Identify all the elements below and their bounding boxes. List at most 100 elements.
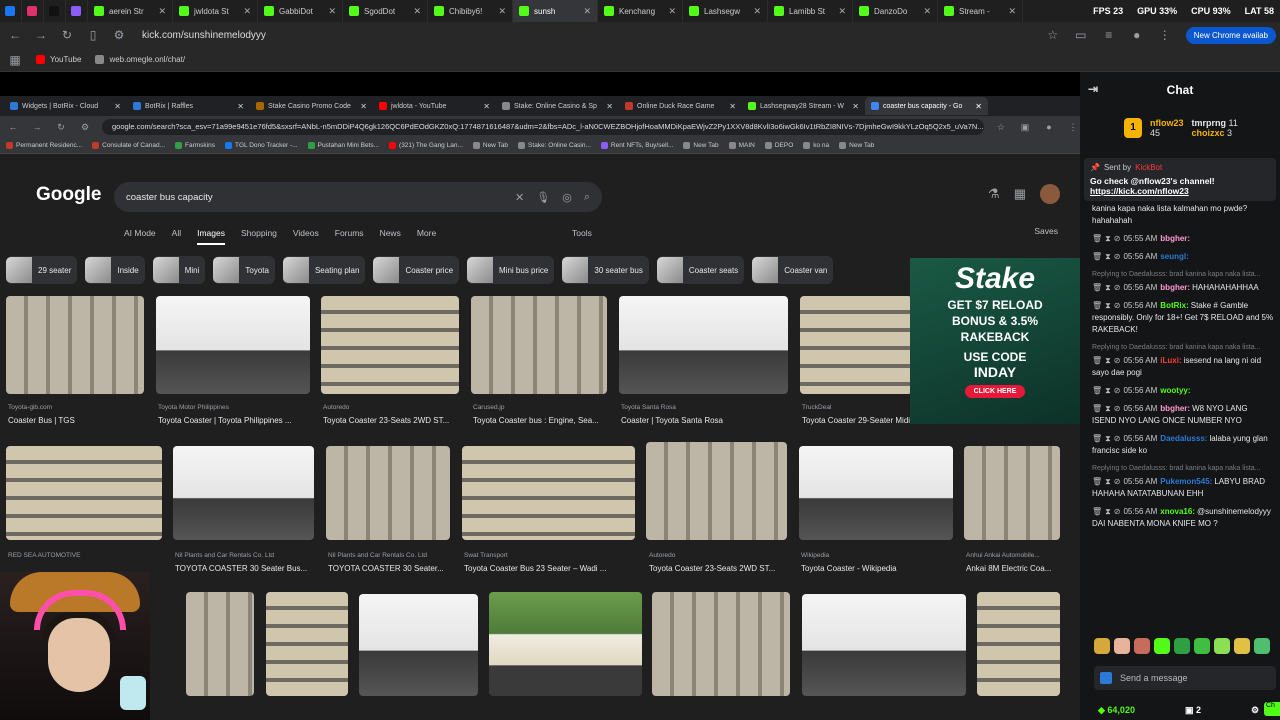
apps-grid-icon[interactable]: ▦ xyxy=(8,53,22,67)
bookmark-omegle[interactable]: web.omegle.onl/chat/ xyxy=(95,55,185,64)
delete-icon[interactable]: 🗑 xyxy=(1092,234,1102,243)
close-icon[interactable]: ✕ xyxy=(413,6,421,17)
message-username[interactable]: wootyy: xyxy=(1160,386,1190,395)
outer-url[interactable]: kick.com/sunshinemelodyyy xyxy=(142,30,266,41)
delete-icon[interactable]: 🗑 xyxy=(1092,386,1102,395)
delete-icon[interactable]: 🗑 xyxy=(1092,301,1102,310)
ban-icon[interactable]: ⊘ xyxy=(1114,404,1121,413)
close-icon[interactable]: ✕ xyxy=(1008,6,1016,17)
ban-icon[interactable]: ⊘ xyxy=(1114,234,1121,243)
site-info-icon[interactable]: ⚙ xyxy=(112,28,126,42)
media-icon[interactable]: ≡ xyxy=(1102,28,1116,42)
delete-icon[interactable]: 🗑 xyxy=(1092,252,1102,261)
message-username[interactable]: seungl: xyxy=(1160,252,1188,261)
emote[interactable] xyxy=(1214,638,1230,654)
outer-tab[interactable]: Kenchang ✕ xyxy=(598,0,683,22)
bookmark-star-icon[interactable]: ☆ xyxy=(1046,28,1060,42)
outer-tab[interactable] xyxy=(0,0,22,22)
emote[interactable] xyxy=(1174,638,1190,654)
outer-tab[interactable]: sunsh ✕ xyxy=(513,0,598,22)
message-username[interactable]: bbgher: xyxy=(1160,404,1190,413)
back-icon[interactable]: ← xyxy=(8,28,22,42)
cast-icon[interactable]: ▭ xyxy=(1074,28,1088,42)
chat-input[interactable]: Send a message xyxy=(1094,666,1276,690)
timeout-icon[interactable]: ⧗ xyxy=(1105,507,1111,516)
forward-icon[interactable]: → xyxy=(34,28,48,42)
emote[interactable] xyxy=(1094,638,1110,654)
profile-icon[interactable]: ● xyxy=(1130,28,1144,42)
close-icon[interactable]: ✕ xyxy=(923,6,931,17)
delete-icon[interactable]: 🗑 xyxy=(1092,477,1102,486)
message-username[interactable]: iLuxi: xyxy=(1160,356,1181,365)
delete-icon[interactable]: 🗑 xyxy=(1092,507,1102,516)
message-username[interactable]: xnova16: xyxy=(1160,507,1195,516)
ban-icon[interactable]: ⊘ xyxy=(1114,283,1121,292)
gift-count[interactable]: ▣ 2 xyxy=(1185,705,1201,716)
ban-icon[interactable]: ⊘ xyxy=(1114,507,1121,516)
gifter-1[interactable]: nflow23 45 xyxy=(1150,118,1184,138)
message-username[interactable]: bbgher: xyxy=(1160,283,1190,292)
delete-icon[interactable]: 🗑 xyxy=(1092,404,1102,413)
ban-icon[interactable]: ⊘ xyxy=(1114,477,1121,486)
bookmark-youtube[interactable]: YouTube xyxy=(36,55,81,64)
outer-tab[interactable]: SgodDot ✕ xyxy=(343,0,428,22)
message-username[interactable]: Daedalusss: xyxy=(1160,434,1207,443)
channel-points[interactable]: ◆ 64,020 xyxy=(1098,705,1135,716)
sidepanel-icon[interactable]: ▯ xyxy=(86,28,100,42)
close-icon[interactable]: ✕ xyxy=(498,6,506,17)
outer-tab[interactable]: Chibiby6! ✕ xyxy=(428,0,513,22)
message-username[interactable]: Pukemon545: xyxy=(1160,477,1212,486)
gifter-2[interactable]: tmrprng 11 choizxc 3 xyxy=(1192,118,1238,138)
timeout-icon[interactable]: ⧗ xyxy=(1105,404,1111,413)
timeout-icon[interactable]: ⧗ xyxy=(1105,477,1111,486)
close-icon[interactable]: ✕ xyxy=(158,6,166,17)
message-username[interactable]: BotRix: xyxy=(1160,301,1188,310)
close-icon[interactable]: ✕ xyxy=(838,6,846,17)
emote[interactable] xyxy=(1234,638,1250,654)
timeout-icon[interactable]: ⧗ xyxy=(1105,301,1111,310)
ban-icon[interactable]: ⊘ xyxy=(1114,386,1121,395)
outer-tab[interactable]: Stream - ✕ xyxy=(938,0,1023,22)
timeout-icon[interactable]: ⧗ xyxy=(1105,434,1111,443)
outer-tab[interactable] xyxy=(44,0,66,22)
outer-tab[interactable]: Lashsegw ✕ xyxy=(683,0,768,22)
emote[interactable] xyxy=(1194,638,1210,654)
timeout-icon[interactable]: ⧗ xyxy=(1105,356,1111,365)
emote-picker-icon[interactable] xyxy=(1100,672,1112,684)
outer-tab[interactable] xyxy=(22,0,44,22)
emote[interactable] xyxy=(1254,638,1270,654)
new-chrome-button[interactable]: New Chrome availab xyxy=(1185,26,1276,44)
outer-tab[interactable]: GabbiDot ✕ xyxy=(258,0,343,22)
menu-icon[interactable]: ⋮ xyxy=(1158,28,1172,42)
outer-tab[interactable]: Lamibb St ✕ xyxy=(768,0,853,22)
timeout-icon[interactable]: ⧗ xyxy=(1105,283,1111,292)
close-icon[interactable]: ✕ xyxy=(243,6,251,17)
emote[interactable] xyxy=(1114,638,1130,654)
chat-send-button[interactable]: Ch xyxy=(1264,702,1280,716)
emote[interactable] xyxy=(1154,638,1170,654)
timeout-icon[interactable]: ⧗ xyxy=(1105,386,1111,395)
ban-icon[interactable]: ⊘ xyxy=(1114,252,1121,261)
outer-tab[interactable]: aerein Str ✕ xyxy=(88,0,173,22)
delete-icon[interactable]: 🗑 xyxy=(1092,356,1102,365)
ban-icon[interactable]: ⊘ xyxy=(1114,434,1121,443)
message-username[interactable]: bbgher: xyxy=(1160,234,1190,243)
close-icon[interactable]: ✕ xyxy=(753,6,761,17)
timeout-icon[interactable]: ⧗ xyxy=(1105,252,1111,261)
emote[interactable] xyxy=(1134,638,1150,654)
close-icon[interactable]: ✕ xyxy=(328,6,336,17)
collapse-chat-icon[interactable]: ⇥ xyxy=(1088,82,1098,96)
delete-icon[interactable]: 🗑 xyxy=(1092,283,1102,292)
pinned-link[interactable]: https://kick.com/nflow23 xyxy=(1090,186,1270,196)
ban-icon[interactable]: ⊘ xyxy=(1114,301,1121,310)
timeout-icon[interactable]: ⧗ xyxy=(1105,234,1111,243)
outer-tab[interactable] xyxy=(66,0,88,22)
delete-icon[interactable]: 🗑 xyxy=(1092,434,1102,443)
outer-tab[interactable]: jwldota St ✕ xyxy=(173,0,258,22)
close-icon[interactable]: ✕ xyxy=(583,6,591,17)
ban-icon[interactable]: ⊘ xyxy=(1114,356,1121,365)
outer-tab[interactable]: DanzoDo ✕ xyxy=(853,0,938,22)
close-icon[interactable]: ✕ xyxy=(668,6,676,17)
chat-settings-icon[interactable]: ⚙ xyxy=(1251,705,1259,716)
reload-icon[interactable]: ↻ xyxy=(60,28,74,42)
